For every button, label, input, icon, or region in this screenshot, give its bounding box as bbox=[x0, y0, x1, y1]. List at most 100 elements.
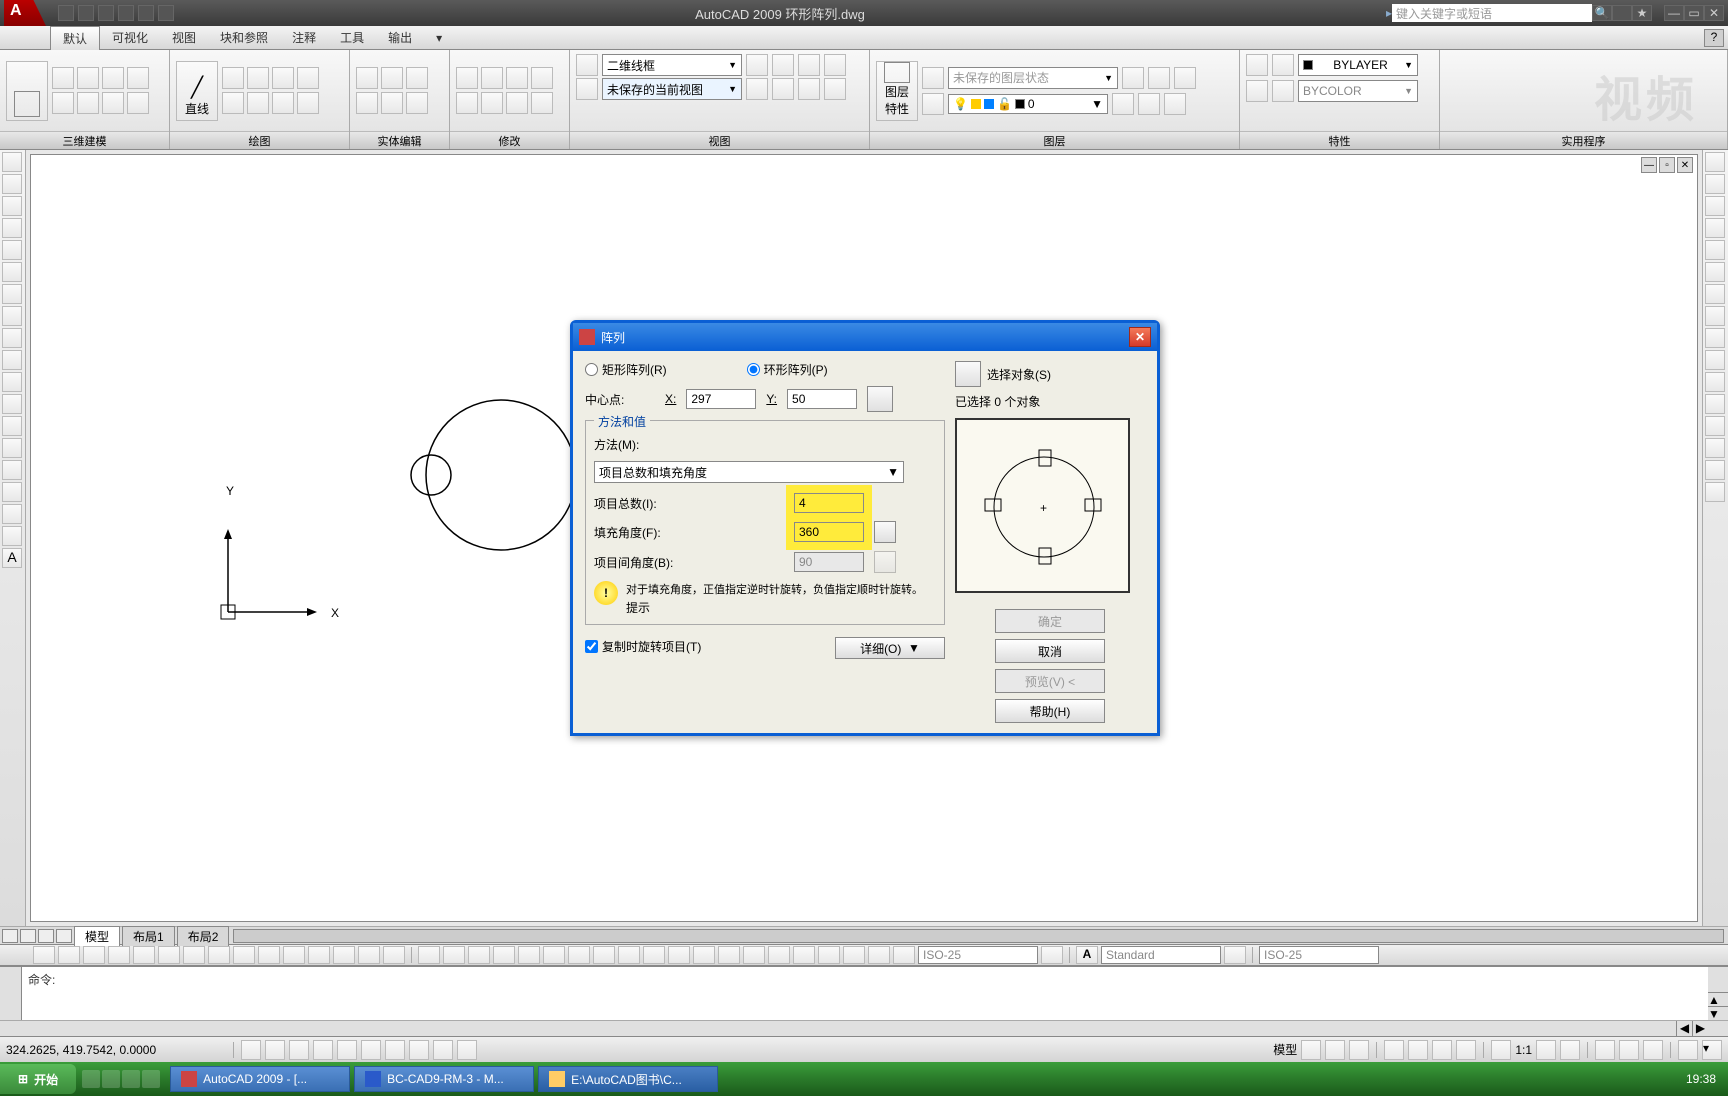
dimedit-icon[interactable] bbox=[843, 946, 865, 964]
minimize-button[interactable]: — bbox=[1664, 5, 1684, 21]
status-icon[interactable] bbox=[1349, 1040, 1369, 1060]
none-icon[interactable] bbox=[358, 946, 380, 964]
tab-last-icon[interactable] bbox=[56, 929, 72, 943]
preview-button[interactable]: 预览(V) < bbox=[995, 669, 1105, 693]
break-icon[interactable] bbox=[1705, 394, 1725, 414]
view-icon[interactable] bbox=[824, 54, 846, 76]
status-icon[interactable] bbox=[1560, 1040, 1580, 1060]
scale-icon[interactable] bbox=[1705, 306, 1725, 326]
spline-icon[interactable] bbox=[2, 328, 22, 348]
solid-icon[interactable] bbox=[77, 67, 99, 89]
modify-icon[interactable] bbox=[481, 67, 503, 89]
lock-icon[interactable] bbox=[1619, 1040, 1639, 1060]
status-icon[interactable] bbox=[1536, 1040, 1556, 1060]
solid-icon[interactable] bbox=[127, 92, 149, 114]
textstyle-icon[interactable] bbox=[1224, 946, 1246, 964]
draw-icon[interactable] bbox=[272, 92, 294, 114]
table-icon[interactable] bbox=[2, 526, 22, 546]
rotate-copy-checkbox[interactable]: 复制时旋转项目(T) bbox=[585, 638, 701, 655]
draw-icon[interactable] bbox=[297, 67, 319, 89]
tray-icon[interactable]: ▾ bbox=[1702, 1040, 1722, 1060]
tolerance-icon[interactable] bbox=[743, 946, 765, 964]
grid-icon[interactable] bbox=[265, 1040, 285, 1060]
solidedit-icon[interactable] bbox=[381, 67, 403, 89]
dim-ordinate-icon[interactable] bbox=[493, 946, 515, 964]
offset-icon[interactable] bbox=[1705, 218, 1725, 238]
open-icon[interactable] bbox=[78, 5, 94, 21]
tab-next-icon[interactable] bbox=[38, 929, 54, 943]
nearest-icon[interactable] bbox=[333, 946, 355, 964]
zoom-icon[interactable] bbox=[1408, 1040, 1428, 1060]
app-menu-icon[interactable] bbox=[4, 0, 46, 26]
dialog-close-button[interactable]: ✕ bbox=[1129, 327, 1151, 347]
stretch-icon[interactable] bbox=[1705, 328, 1725, 348]
solid-icon[interactable] bbox=[102, 92, 124, 114]
hatch-icon[interactable] bbox=[2, 460, 22, 480]
draw-icon[interactable] bbox=[247, 92, 269, 114]
lwt-icon[interactable] bbox=[433, 1040, 453, 1060]
parallel-icon[interactable] bbox=[258, 946, 280, 964]
dim-continue-icon[interactable] bbox=[668, 946, 690, 964]
draw-icon[interactable] bbox=[272, 67, 294, 89]
perp-icon[interactable] bbox=[233, 946, 255, 964]
dialog-titlebar[interactable]: 阵列 ✕ bbox=[573, 323, 1157, 351]
task-autocad[interactable]: AutoCAD 2009 - [... bbox=[170, 1066, 350, 1092]
layer-combo[interactable]: 💡 🔓 0 ▼ bbox=[948, 94, 1108, 114]
cmdline-scrollbar[interactable]: ▲▼ bbox=[1708, 967, 1728, 1020]
linetype-combo[interactable]: BYCOLOR▼ bbox=[1298, 80, 1418, 102]
osnap-settings-icon[interactable] bbox=[383, 946, 405, 964]
showmotion-icon[interactable] bbox=[1456, 1040, 1476, 1060]
trim-icon[interactable] bbox=[1705, 350, 1725, 370]
view-icon[interactable] bbox=[772, 78, 794, 100]
panel-label[interactable]: 特性 bbox=[1240, 131, 1439, 149]
ie-icon[interactable] bbox=[82, 1070, 100, 1088]
dyn-icon[interactable] bbox=[409, 1040, 429, 1060]
dim-break-icon[interactable] bbox=[718, 946, 740, 964]
layer-icon[interactable] bbox=[1122, 67, 1144, 89]
panel-label[interactable]: 实用程序 bbox=[1440, 131, 1727, 149]
ql-icon[interactable] bbox=[122, 1070, 140, 1088]
panel-label[interactable]: 实体编辑 bbox=[350, 131, 449, 149]
pline-icon[interactable] bbox=[2, 196, 22, 216]
modify-icon[interactable] bbox=[531, 67, 553, 89]
layer-icon[interactable] bbox=[922, 93, 944, 115]
start-button[interactable]: ⊞ 开始 bbox=[0, 1064, 76, 1094]
revision-icon[interactable] bbox=[2, 306, 22, 326]
solidedit-icon[interactable] bbox=[356, 92, 378, 114]
item-count-input[interactable]: 4 bbox=[794, 493, 864, 513]
dimstyle-combo[interactable]: ISO-25 bbox=[918, 946, 1038, 964]
draw-icon[interactable] bbox=[297, 92, 319, 114]
dim-update-icon[interactable] bbox=[893, 946, 915, 964]
gradient-icon[interactable] bbox=[2, 482, 22, 502]
method-combo[interactable]: 项目总数和填充角度▼ bbox=[594, 461, 904, 483]
inspect-icon[interactable] bbox=[793, 946, 815, 964]
print-icon[interactable] bbox=[118, 5, 134, 21]
ws-icon[interactable] bbox=[1595, 1040, 1615, 1060]
visual-style-icon[interactable] bbox=[576, 54, 598, 76]
help-icon[interactable]: ? bbox=[1704, 29, 1724, 47]
select-objects-button[interactable] bbox=[955, 361, 981, 387]
layout2-tab[interactable]: 布局2 bbox=[177, 926, 230, 946]
rect-icon[interactable] bbox=[2, 240, 22, 260]
dim-space-icon[interactable] bbox=[693, 946, 715, 964]
wheel-icon[interactable] bbox=[1432, 1040, 1452, 1060]
named-view-icon[interactable] bbox=[576, 78, 598, 100]
array-icon[interactable] bbox=[1705, 240, 1725, 260]
intersect-icon[interactable] bbox=[83, 946, 105, 964]
panel-label[interactable]: 绘图 bbox=[170, 131, 349, 149]
tab-tools[interactable]: 工具 bbox=[328, 26, 376, 49]
horizontal-scrollbar[interactable] bbox=[233, 929, 1724, 943]
solidedit-icon[interactable] bbox=[406, 92, 428, 114]
save-icon[interactable] bbox=[98, 5, 114, 21]
tab-view[interactable]: 视图 bbox=[160, 26, 208, 49]
center-y-input[interactable]: 50 bbox=[787, 389, 857, 409]
tab-prev-icon[interactable] bbox=[20, 929, 36, 943]
prop-icon[interactable] bbox=[1272, 54, 1294, 76]
prop-icon[interactable] bbox=[1246, 54, 1268, 76]
visual-style-combo[interactable]: 二维线框▼ bbox=[602, 54, 742, 76]
modify-icon[interactable] bbox=[456, 67, 478, 89]
solidedit-icon[interactable] bbox=[406, 67, 428, 89]
view-icon[interactable] bbox=[798, 78, 820, 100]
clean-icon[interactable] bbox=[1678, 1040, 1698, 1060]
layer-icon[interactable] bbox=[1174, 67, 1196, 89]
